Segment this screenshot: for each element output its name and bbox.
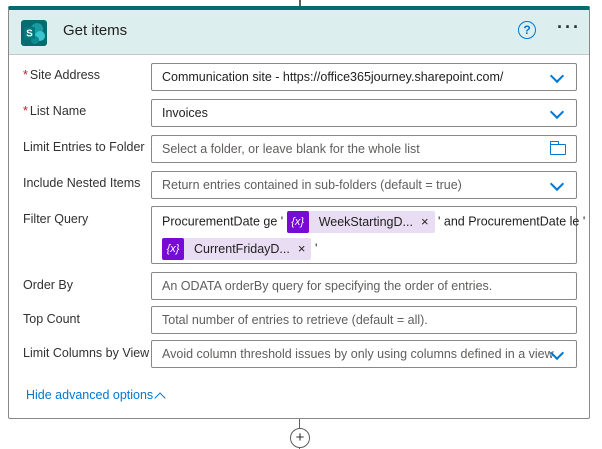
order-by-label: Order By — [23, 278, 74, 292]
dynamic-content-token-current-friday[interactable]: {x} CurrentFridayD... × — [162, 238, 312, 260]
site-address-dropdown[interactable]: Communication site - https://office365jo… — [151, 63, 577, 91]
required-mark: * — [23, 104, 28, 118]
chevron-up-icon[interactable] — [154, 392, 166, 404]
more-options-icon[interactable]: ··· — [557, 18, 583, 39]
nested-items-label: Include Nested Items — [23, 176, 141, 190]
close-icon[interactable]: × — [421, 211, 429, 233]
filter-text-segment: ' and ProcurementDate le ' — [438, 214, 586, 229]
filter-text-segment: ' — [314, 241, 318, 256]
nested-items-placeholder: Return entries contained in sub-folders … — [162, 178, 462, 192]
list-name-dropdown[interactable]: Invoices — [151, 99, 577, 127]
close-icon[interactable]: × — [298, 238, 306, 260]
limit-folder-label: Limit Entries to Folder — [23, 140, 145, 154]
sharepoint-logo-icon: S — [21, 20, 47, 46]
list-name-label-text: List Name — [29, 104, 87, 118]
hide-advanced-options-link[interactable]: Hide advanced options — [26, 388, 153, 402]
token-label: CurrentFridayD... — [194, 242, 290, 256]
filter-query-input[interactable]: ProcurementDate ge ' {x} WeekStartingD...… — [151, 206, 585, 264]
top-count-label: Top Count — [23, 312, 80, 326]
token-label: WeekStartingD... — [318, 215, 413, 229]
chevron-down-icon[interactable] — [549, 104, 565, 120]
limit-columns-label: Limit Columns by View — [23, 346, 150, 360]
card-header[interactable]: S Get items ? ··· — [9, 10, 589, 55]
expression-icon: {x} — [162, 238, 184, 260]
order-by-placeholder: An ODATA orderBy query for specifying th… — [162, 279, 493, 293]
top-count-input[interactable]: Total number of entries to retrieve (def… — [151, 306, 577, 334]
list-name-label: * List Name — [23, 104, 86, 118]
filter-text-segment: ProcurementDate ge ' — [162, 214, 284, 229]
order-by-input[interactable]: An ODATA orderBy query for specifying th… — [151, 272, 577, 300]
site-address-value: Communication site - https://office365jo… — [162, 70, 504, 84]
dynamic-content-token-week-starting[interactable]: {x} WeekStartingD... × — [286, 211, 435, 233]
required-mark: * — [23, 68, 28, 82]
action-title: Get items — [63, 22, 128, 39]
limit-columns-placeholder: Avoid column threshold issues by only us… — [162, 347, 554, 361]
folder-icon[interactable] — [549, 141, 566, 155]
list-name-value: Invoices — [162, 106, 208, 120]
site-address-label: * Site Address — [23, 68, 100, 82]
filter-query-label: Filter Query — [23, 212, 89, 226]
get-items-action-card: S Get items ? ··· * Site Address Communic… — [8, 6, 590, 419]
nested-items-dropdown[interactable]: Return entries contained in sub-folders … — [151, 171, 577, 199]
limit-columns-dropdown[interactable]: Avoid column threshold issues by only us… — [151, 340, 577, 368]
add-step-plus-icon[interactable]: + — [290, 428, 310, 448]
site-address-label-text: Site Address — [29, 68, 101, 82]
chevron-down-icon[interactable] — [549, 176, 565, 192]
limit-folder-placeholder: Select a folder, or leave blank for the … — [162, 142, 420, 156]
svg-text:S: S — [26, 29, 33, 40]
help-icon[interactable]: ? — [518, 21, 536, 39]
expression-icon: {x} — [286, 211, 309, 233]
chevron-down-icon[interactable] — [549, 68, 565, 84]
top-count-placeholder: Total number of entries to retrieve (def… — [162, 313, 428, 327]
limit-folder-input[interactable]: Select a folder, or leave blank for the … — [151, 135, 577, 163]
